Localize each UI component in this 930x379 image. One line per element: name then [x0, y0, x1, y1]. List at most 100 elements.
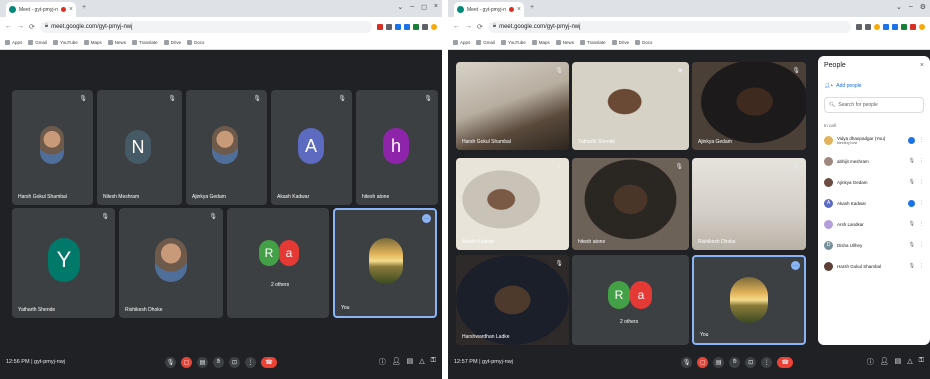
tab-close-icon[interactable]: ×	[69, 6, 73, 13]
mic-off-icon[interactable]: 🎙︎	[909, 242, 915, 248]
new-tab-icon[interactable]: +	[82, 4, 86, 11]
profile-avatar-icon[interactable]	[431, 23, 437, 30]
extension-icon[interactable]	[865, 23, 871, 30]
participant-tile-group[interactable]: R a 2 others	[227, 208, 329, 318]
extension-icon[interactable]	[395, 23, 401, 30]
present-icon[interactable]: ⊡	[745, 356, 757, 368]
participant-tile[interactable]: 🎙︎ Rishikesh Dhoke	[119, 208, 223, 318]
extension-icon[interactable]	[883, 23, 889, 30]
more-vert-icon[interactable]: ⋮	[919, 263, 924, 269]
participant-video-tile[interactable]: 🎙︎ Rishikesh Dhoke	[692, 158, 806, 250]
minimize-icon[interactable]: –	[410, 3, 414, 11]
window-chevron-icon[interactable]: ⌄	[397, 3, 403, 11]
bookmark-item[interactable]: Docs	[635, 40, 652, 45]
search-people-input[interactable]: 🔍︎ Search for people	[824, 97, 924, 113]
bookmark-item[interactable]: News	[556, 40, 574, 45]
participant-video-tile[interactable]: 🎙︎ Akash Kadwar	[456, 158, 569, 250]
extension-icon[interactable]	[874, 23, 880, 30]
bookmark-item[interactable]: Maps	[84, 40, 102, 45]
microphone-icon[interactable]: 🎙︎	[165, 356, 176, 368]
extension-icon[interactable]	[892, 23, 898, 30]
extension-icon[interactable]	[404, 23, 410, 30]
more-vert-icon[interactable]: ⋮	[919, 179, 924, 185]
bookmark-item[interactable]: Docs	[187, 40, 204, 45]
bookmark-item[interactable]: Apps	[5, 40, 22, 45]
more-vert-icon[interactable]: ⋮	[919, 200, 924, 206]
participant-tile[interactable]: h 🎙︎ hitesh atone	[356, 90, 438, 205]
participant-list-item[interactable]: Arsh Landkar 🎙︎ ⋮	[824, 218, 924, 230]
mic-off-icon[interactable]: 🎙︎	[909, 179, 915, 185]
bookmark-item[interactable]: YouTube	[53, 40, 78, 45]
reload-icon[interactable]: ⟳	[29, 23, 35, 31]
bookmark-item[interactable]: Drive	[612, 40, 630, 45]
activities-icon[interactable]: △	[419, 357, 424, 367]
back-icon[interactable]: ←	[5, 23, 12, 30]
participant-video-tile[interactable]: 🎙︎ hitesh atone	[572, 158, 689, 250]
lock-host-icon[interactable]: ⚿	[919, 357, 924, 367]
bookmark-item[interactable]: Maps	[532, 40, 550, 45]
participant-list-item[interactable]: Harsh Gokul Shambal 🎙︎ ⋮	[824, 260, 924, 272]
address-bar[interactable]: 🔒︎ meet.google.com/gyt-pmyj-nwj	[487, 20, 851, 33]
participant-tile[interactable]: N 🎙︎ Nilesh Meshram	[97, 90, 182, 205]
more-vert-icon[interactable]: ⋮	[919, 221, 924, 227]
address-bar[interactable]: 🔒︎ meet.google.com/gyt-pmyj-nwj	[39, 20, 372, 33]
window-chevron-icon[interactable]: ⌄	[896, 3, 902, 11]
people-icon[interactable]: 👤︎	[880, 357, 889, 367]
more-vert-icon[interactable]: ⋮	[761, 356, 773, 368]
self-tile[interactable]: ⋯ You	[333, 208, 437, 318]
bookmark-item[interactable]: Translate	[132, 40, 158, 45]
present-icon[interactable]: ⊡	[229, 356, 240, 368]
bookmark-item[interactable]: Gmail	[476, 40, 495, 45]
info-icon[interactable]: ⓘ	[867, 357, 874, 367]
info-icon[interactable]: ⓘ	[379, 357, 386, 367]
participant-list-item[interactable]: abhijit meshram 🎙︎ ⋮	[824, 155, 924, 167]
extension-icon[interactable]	[422, 23, 428, 30]
new-tab-icon[interactable]: +	[530, 4, 534, 11]
extension-icon[interactable]	[413, 23, 419, 30]
browser-tab[interactable]: Meet - gyt-pmyj-nwj ×	[6, 2, 76, 17]
forward-icon[interactable]: →	[17, 23, 24, 30]
participant-tile[interactable]: 🎙︎ Ajinkya Gedam	[186, 90, 267, 205]
close-icon[interactable]: ×	[920, 62, 924, 69]
bookmark-item[interactable]: Apps	[453, 40, 470, 45]
lock-host-icon[interactable]: ⚿	[431, 357, 436, 367]
people-icon[interactable]: 👤︎	[392, 357, 401, 367]
participant-tile[interactable]: Y 🎙︎ Yatharth Shende	[12, 208, 115, 318]
extension-icon[interactable]	[386, 23, 392, 30]
extension-icon[interactable]	[910, 23, 916, 30]
self-tile[interactable]: ⋯ You	[692, 255, 806, 345]
more-vert-icon[interactable]: ⋮	[919, 242, 924, 248]
extension-icon[interactable]	[901, 23, 907, 30]
profile-avatar-icon[interactable]	[919, 23, 925, 30]
participant-list-item[interactable]: A Akash Kadwar ⋮	[824, 197, 924, 209]
forward-icon[interactable]: →	[465, 23, 472, 30]
bookmark-item[interactable]: YouTube	[501, 40, 526, 45]
extension-icon[interactable]	[856, 23, 862, 30]
extension-icon[interactable]	[377, 23, 383, 30]
participant-tile[interactable]: A 🎙︎ Akash Kadwar	[271, 90, 352, 205]
close-window-icon[interactable]: ×	[434, 3, 438, 11]
raise-hand-icon[interactable]: ✋︎	[213, 356, 224, 368]
chat-icon[interactable]: ▤	[407, 357, 414, 367]
mic-off-icon[interactable]: 🎙︎	[909, 158, 915, 164]
participant-tile[interactable]: 🎙︎ Harsh Gokul Shambal	[12, 90, 93, 205]
activities-icon[interactable]: △	[907, 357, 912, 367]
raise-hand-icon[interactable]: ✋︎	[729, 356, 741, 368]
more-vert-icon[interactable]: ⋮	[245, 356, 256, 368]
browser-tab[interactable]: Meet - gyt-pmyj-nwj ×	[454, 2, 524, 17]
participant-video-tile[interactable]: 🎙︎ Ajinkya Gedam	[692, 62, 806, 150]
chat-icon[interactable]: ▤	[895, 357, 902, 367]
camera-off-icon[interactable]: ▢	[181, 356, 192, 368]
hang-up-icon[interactable]: ☎︎	[261, 356, 277, 368]
participant-video-tile[interactable]: 🎙︎ Harsh Gokul Shambal	[456, 62, 569, 150]
hang-up-icon[interactable]: ☎︎	[777, 356, 794, 368]
close-window-icon[interactable]: ⚙︎	[920, 3, 926, 11]
participant-video-tile[interactable]: ◉ Yatharth Shende	[572, 62, 689, 150]
microphone-icon[interactable]: 🎙︎	[681, 356, 693, 368]
participant-list-item[interactable]: D Disha Ullhey 🎙︎ ⋮	[824, 239, 924, 251]
maximize-icon[interactable]: ◻	[421, 3, 427, 11]
camera-off-icon[interactable]: ▢	[697, 356, 709, 368]
bookmark-item[interactable]: Translate	[580, 40, 606, 45]
more-vert-icon[interactable]: ⋮	[919, 137, 924, 143]
bookmark-item[interactable]: Gmail	[28, 40, 47, 45]
